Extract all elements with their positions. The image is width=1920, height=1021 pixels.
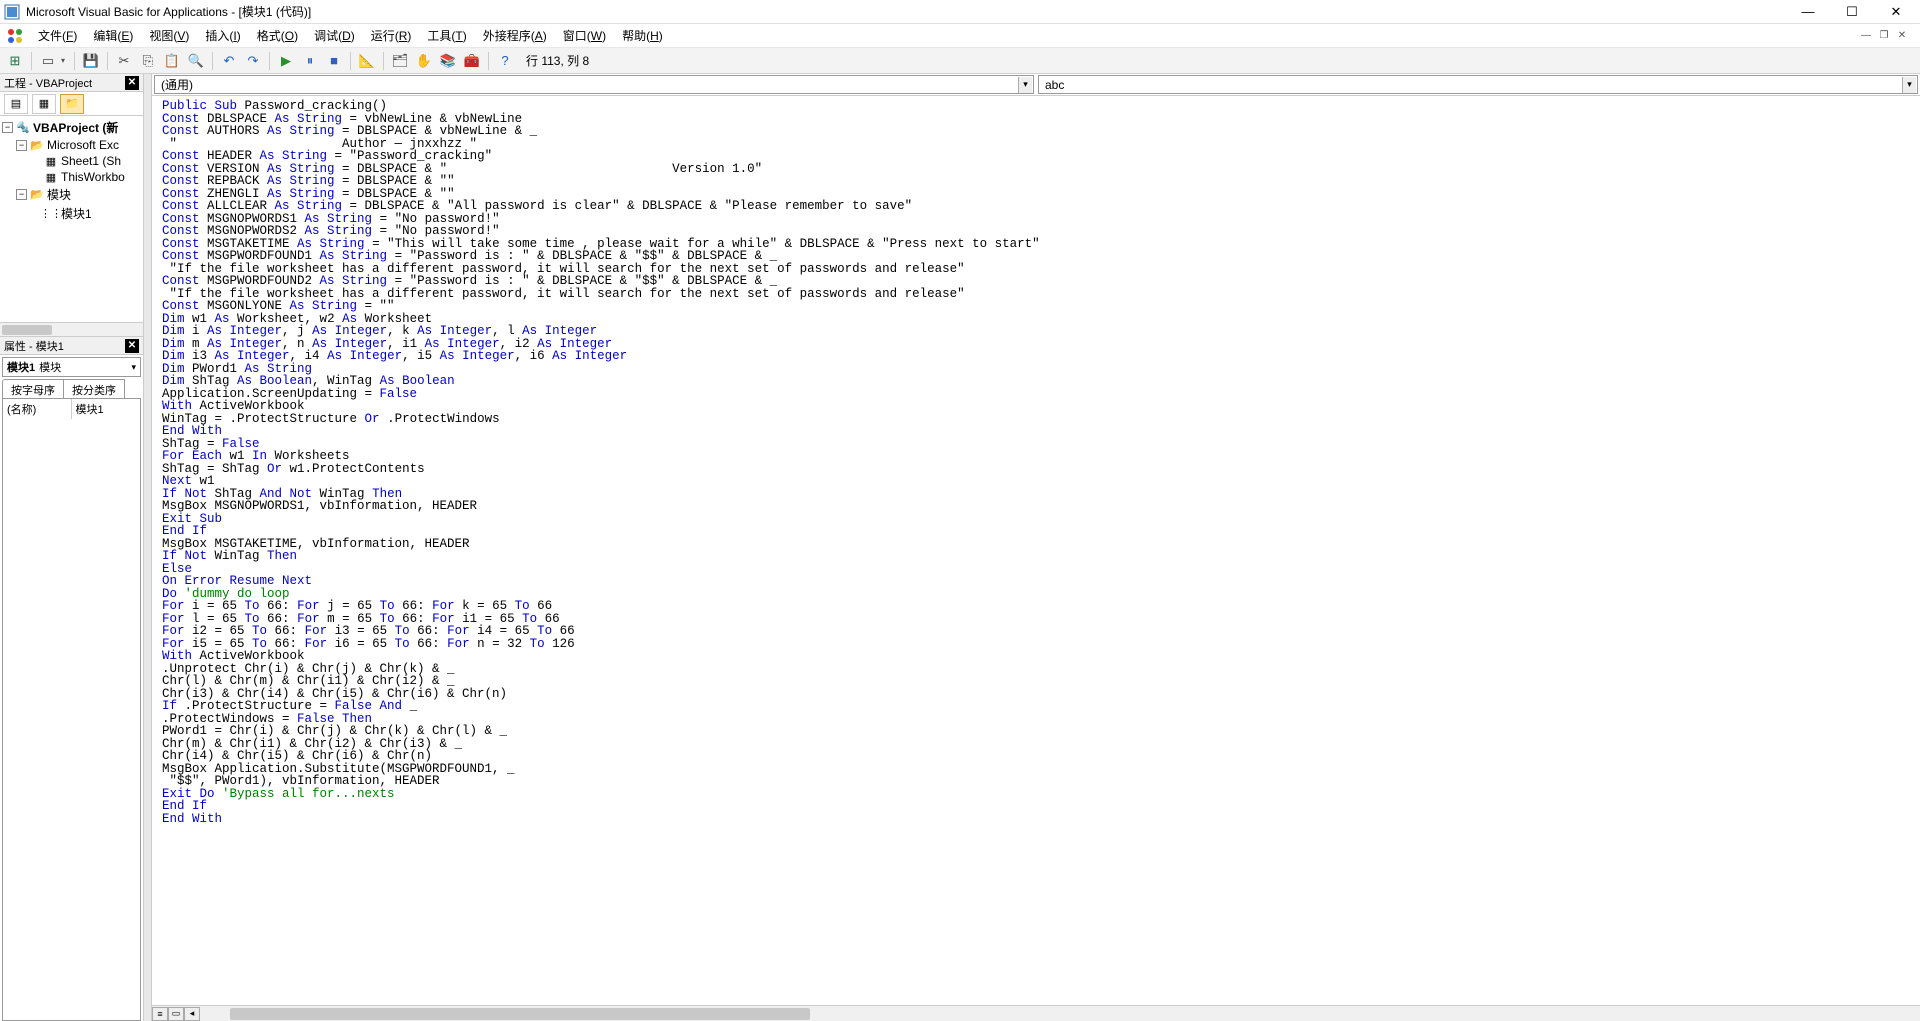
- module1-node[interactable]: ⋮⋮ 模块1: [2, 204, 141, 223]
- modules-folder[interactable]: − 📂 模块: [2, 185, 141, 204]
- code-editor[interactable]: Public Sub Password_cracking()Const DBLS…: [152, 96, 1920, 1005]
- thisworkbook-node[interactable]: ▦ ThisWorkbo: [2, 169, 141, 185]
- cut-button[interactable]: ✂: [113, 50, 135, 72]
- workbook-icon: ▦: [44, 170, 58, 184]
- project-panel-header: 工程 - VBAProject ✕: [0, 74, 143, 92]
- project-panel-close-button[interactable]: ✕: [125, 76, 139, 90]
- toggle-folders-button[interactable]: 📁: [60, 94, 84, 114]
- project-icon: 🔩: [16, 121, 30, 135]
- property-value[interactable]: 模块1: [72, 399, 141, 419]
- help-button[interactable]: ?: [494, 50, 516, 72]
- project-root[interactable]: − 🔩 VBAProject (新: [2, 118, 141, 137]
- menu-item[interactable]: 文件(F): [30, 24, 85, 47]
- find-button[interactable]: 🔍: [185, 50, 207, 72]
- properties-panel-close-button[interactable]: ✕: [125, 339, 139, 353]
- project-panel-title: 工程 - VBAProject: [4, 75, 92, 91]
- procedure-view-button[interactable]: ▭: [168, 1007, 184, 1021]
- view-object-button[interactable]: ▦: [32, 94, 56, 114]
- sheet1-node[interactable]: ▦ Sheet1 (Sh: [2, 153, 141, 169]
- properties-panel-title: 属性 - 模块1: [4, 338, 64, 354]
- view-code-button[interactable]: ▤: [4, 94, 28, 114]
- object-dropdown[interactable]: (通用) ▾: [154, 75, 1034, 94]
- save-button[interactable]: 💾: [80, 50, 102, 72]
- property-object-selector[interactable]: 模块1 模块 ▾: [2, 357, 141, 377]
- menu-item[interactable]: 工具(T): [419, 24, 474, 47]
- view-excel-button[interactable]: ⊞: [4, 50, 26, 72]
- property-grid[interactable]: (名称) 模块1: [2, 399, 141, 1021]
- design-mode-button[interactable]: 📐: [356, 50, 378, 72]
- worksheet-icon: ▦: [44, 154, 58, 168]
- editor-hscrollbar[interactable]: ≡ ▭ ◂: [152, 1005, 1920, 1021]
- chevron-down-icon[interactable]: ▾: [131, 362, 136, 373]
- properties-button[interactable]: ✋: [413, 50, 435, 72]
- maximize-button[interactable]: ☐: [1832, 2, 1872, 22]
- insert-object-button[interactable]: ▭: [37, 50, 59, 72]
- project-explorer-button[interactable]: 🗂: [389, 50, 411, 72]
- collapse-icon[interactable]: −: [2, 122, 13, 133]
- properties-panel-header: 属性 - 模块1 ✕: [0, 337, 143, 355]
- mdi-restore-button[interactable]: ❐: [1876, 29, 1892, 43]
- chevron-down-icon[interactable]: ▾: [1902, 77, 1916, 93]
- paste-button[interactable]: 📋: [161, 50, 183, 72]
- property-row[interactable]: (名称) 模块1: [3, 399, 140, 419]
- scroll-thumb[interactable]: [230, 1008, 810, 1020]
- toolbar: ⊞ ▭ ▾ 💾 ✂ ⎘ 📋 🔍 ↶ ↷ ▶ ⏸ ■ 📐 🗂 ✋ 📚 🧰 ? 行 …: [0, 48, 1920, 74]
- app-icon: [4, 4, 20, 20]
- menu-item[interactable]: 帮助(H): [614, 24, 671, 47]
- mdi-window-controls: — ❐ ✕: [1858, 29, 1914, 43]
- mdi-close-button[interactable]: ✕: [1894, 29, 1910, 43]
- vertical-splitter[interactable]: [144, 74, 152, 1021]
- property-name: (名称): [3, 399, 72, 419]
- cursor-position: 行 113, 列 8: [526, 52, 589, 69]
- reset-button[interactable]: ■: [323, 50, 345, 72]
- break-button[interactable]: ⏸: [299, 50, 321, 72]
- project-toolbar: ▤ ▦ 📁: [0, 92, 143, 116]
- menu-item[interactable]: 运行(R): [363, 24, 420, 47]
- menu-item[interactable]: 窗口(W): [555, 24, 614, 47]
- folder-icon: 📂: [30, 188, 44, 202]
- copy-button[interactable]: ⎘: [137, 50, 159, 72]
- procedure-dropdown[interactable]: abc ▾: [1038, 75, 1918, 94]
- collapse-icon[interactable]: −: [16, 140, 27, 151]
- window-title: Microsoft Visual Basic for Applications …: [26, 3, 1788, 20]
- collapse-icon[interactable]: −: [16, 189, 27, 200]
- menu-item[interactable]: 格式(O): [249, 24, 306, 47]
- project-tree[interactable]: − 🔩 VBAProject (新 − 📂 Microsoft Exc ▦ Sh…: [0, 116, 143, 322]
- menu-item[interactable]: 视图(V): [141, 24, 197, 47]
- menu-item[interactable]: 外接程序(A): [475, 24, 555, 47]
- redo-button[interactable]: ↷: [242, 50, 264, 72]
- close-button[interactable]: ✕: [1876, 2, 1916, 22]
- undo-button[interactable]: ↶: [218, 50, 240, 72]
- insert-dropdown-icon[interactable]: ▾: [61, 56, 69, 65]
- toolbox-button[interactable]: 🧰: [461, 50, 483, 72]
- menu-item[interactable]: 插入(I): [197, 24, 248, 47]
- object-browser-button[interactable]: 📚: [437, 50, 459, 72]
- scroll-left-icon[interactable]: ◂: [184, 1007, 200, 1021]
- run-button[interactable]: ▶: [275, 50, 297, 72]
- menu-item[interactable]: 编辑(E): [85, 24, 141, 47]
- menubar: 文件(F)编辑(E)视图(V)插入(I)格式(O)调试(D)运行(R)工具(T)…: [0, 24, 1920, 48]
- menu-item[interactable]: 调试(D): [306, 24, 363, 47]
- minimize-button[interactable]: —: [1788, 2, 1828, 22]
- project-hscrollbar[interactable]: [0, 322, 143, 336]
- mdi-minimize-button[interactable]: —: [1858, 29, 1874, 43]
- chevron-down-icon[interactable]: ▾: [1018, 77, 1032, 93]
- folder-icon: 📂: [30, 138, 44, 152]
- tab-alphabetic[interactable]: 按字母序: [2, 379, 64, 398]
- module-icon: ⋮⋮: [44, 207, 58, 221]
- vba-logo-icon: [6, 27, 24, 45]
- tab-categorized[interactable]: 按分类序: [63, 379, 125, 398]
- excel-objects-folder[interactable]: − 📂 Microsoft Exc: [2, 137, 141, 153]
- full-module-view-button[interactable]: ≡: [152, 1007, 168, 1021]
- titlebar: Microsoft Visual Basic for Applications …: [0, 0, 1920, 24]
